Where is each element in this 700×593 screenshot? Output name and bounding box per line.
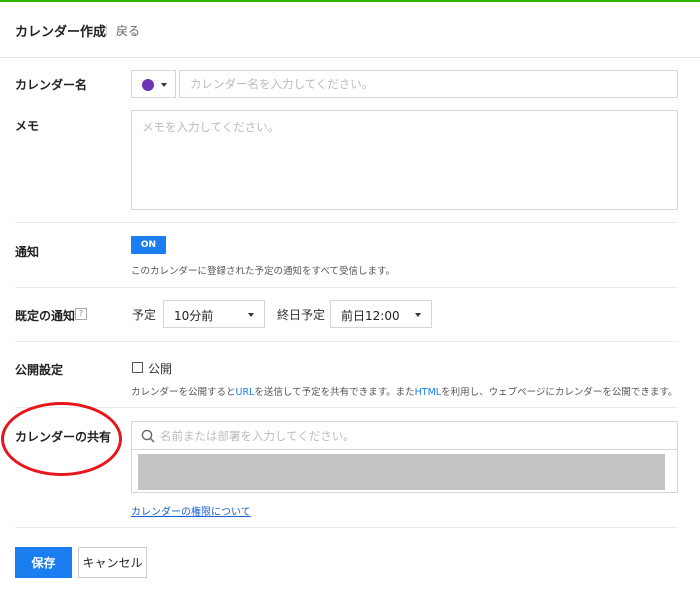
help-icon[interactable]: ? bbox=[75, 308, 87, 320]
section-divider bbox=[15, 222, 678, 223]
allday-notification-value: 前日12:00 bbox=[341, 309, 400, 323]
allday-notification-select[interactable]: 前日12:00 bbox=[330, 300, 432, 328]
schedule-notification-select[interactable]: 10分前 bbox=[163, 300, 265, 328]
publish-desc-text: を利用し、ウェブページにカレンダーを公開できます。 bbox=[441, 387, 678, 398]
notification-description: このカレンダーに登録された予定の通知をすべて受信します。 bbox=[131, 266, 396, 277]
color-swatch bbox=[142, 79, 154, 91]
page-title: カレンダー作成 bbox=[15, 25, 107, 40]
schedule-notification-value: 10分前 bbox=[174, 309, 214, 323]
share-search-field[interactable] bbox=[131, 421, 678, 450]
html-text: HTML bbox=[414, 387, 442, 398]
calendar-name-label: カレンダー名 bbox=[15, 78, 88, 92]
page-header: カレンダー作成 戻る bbox=[0, 2, 700, 58]
publish-settings-label: 公開設定 bbox=[15, 363, 64, 377]
search-icon bbox=[141, 429, 155, 443]
section-divider bbox=[15, 527, 678, 528]
section-divider bbox=[15, 407, 678, 408]
memo-label: メモ bbox=[15, 119, 40, 133]
publish-description: カレンダーを公開するとURLを送信して予定を共有できます。またHTMLを利用し、… bbox=[131, 384, 677, 398]
caret-down-icon bbox=[415, 313, 421, 317]
section-divider bbox=[15, 287, 678, 288]
url-text: URL bbox=[235, 387, 255, 398]
publish-checkbox[interactable] bbox=[132, 362, 143, 373]
cancel-button[interactable]: キャンセル bbox=[78, 547, 147, 578]
publish-desc-text: を送信して予定を共有できます。また bbox=[254, 387, 415, 398]
notification-toggle[interactable]: ON bbox=[131, 236, 166, 254]
save-button[interactable]: 保存 bbox=[15, 547, 72, 578]
caret-down-icon bbox=[248, 313, 254, 317]
back-link[interactable]: 戻る bbox=[116, 22, 140, 39]
memo-textarea[interactable] bbox=[131, 110, 678, 210]
header-divider bbox=[106, 24, 107, 36]
shared-members-list bbox=[131, 450, 678, 493]
section-divider bbox=[15, 341, 678, 342]
publish-desc-text: カレンダーを公開すると bbox=[131, 387, 236, 398]
calendar-name-input[interactable] bbox=[179, 70, 678, 98]
default-notification-label: 既定の通知 bbox=[15, 309, 76, 323]
notification-label: 通知 bbox=[15, 245, 40, 259]
share-search-input[interactable] bbox=[160, 422, 670, 449]
publish-checkbox-label: 公開 bbox=[148, 362, 173, 376]
schedule-label: 予定 bbox=[132, 308, 157, 322]
caret-down-icon bbox=[161, 83, 167, 87]
allday-label: 終日予定 bbox=[277, 308, 326, 322]
calendar-permission-link[interactable]: カレンダーの権限について bbox=[131, 503, 251, 518]
color-picker-button[interactable] bbox=[131, 70, 176, 98]
calendar-share-label: カレンダーの共有 bbox=[15, 430, 112, 444]
redacted-area bbox=[138, 454, 665, 490]
